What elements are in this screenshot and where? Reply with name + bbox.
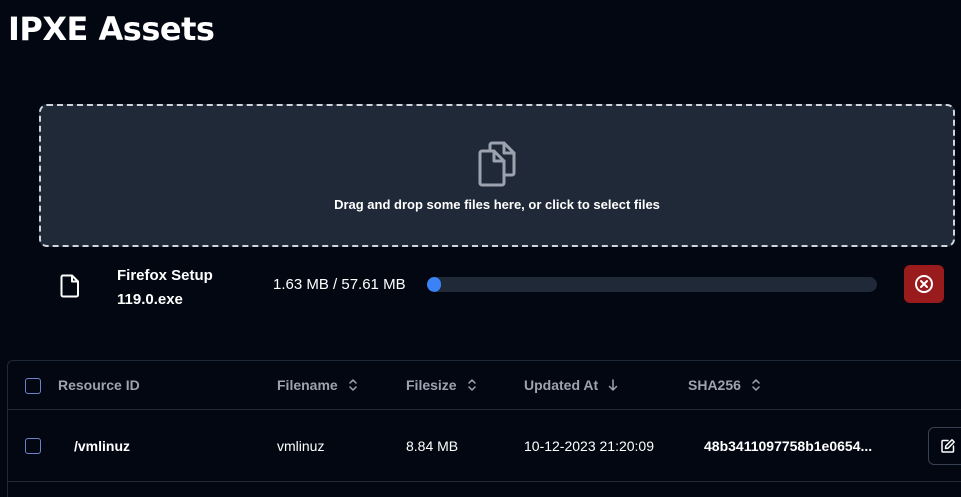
column-label: Filename xyxy=(277,377,338,393)
file-icon xyxy=(60,274,79,298)
copy-files-icon xyxy=(478,141,516,187)
column-header-sha256[interactable]: SHA256 xyxy=(688,377,761,393)
column-header-filesize[interactable]: Filesize xyxy=(406,377,477,393)
upload-progress-text: 1.63 MB / 57.61 MB xyxy=(273,276,406,293)
column-label: Updated At xyxy=(524,377,599,393)
edit-icon xyxy=(941,439,955,453)
upload-file-name: Firefox Setup 119.0.exe xyxy=(117,267,213,308)
sort-icon xyxy=(752,379,760,391)
upload-item: Firefox Setup 119.0.exe 1.63 MB / 57.61 … xyxy=(0,258,961,314)
page-title: IPXE Assets xyxy=(8,10,215,48)
column-label: Filesize xyxy=(406,377,457,393)
cell-filename: vmlinuz xyxy=(277,438,325,454)
cell-resource-id: /vmlinuz xyxy=(74,438,131,454)
select-all-checkbox[interactable] xyxy=(25,378,41,394)
assets-table: Resource ID Filename Filesize Updated At… xyxy=(7,360,961,497)
cancel-upload-button[interactable] xyxy=(904,265,944,303)
upload-progress-bar xyxy=(427,277,877,292)
edit-button[interactable] xyxy=(928,427,961,465)
column-header-updated-at[interactable]: Updated At xyxy=(524,377,618,393)
upload-progress-fill xyxy=(427,277,441,292)
sort-icon xyxy=(348,379,357,391)
arrow-down-icon xyxy=(608,379,618,391)
file-dropzone[interactable]: Drag and drop some files here, or click … xyxy=(39,104,955,247)
table-header: Resource ID Filename Filesize Updated At… xyxy=(8,361,961,410)
column-header-filename[interactable]: Filename xyxy=(277,377,358,393)
column-header-resource-id[interactable]: Resource ID xyxy=(58,377,140,393)
dropzone-text: Drag and drop some files here, or click … xyxy=(334,197,660,212)
sort-icon xyxy=(467,379,476,391)
table-row[interactable]: /vmlinuz vmlinuz 8.84 MB 10-12-2023 21:2… xyxy=(8,410,961,482)
cell-filesize: 8.84 MB xyxy=(406,438,459,454)
column-label: Resource ID xyxy=(58,377,140,393)
cell-updated-at: 10-12-2023 21:20:09 xyxy=(524,438,654,454)
row-checkbox[interactable] xyxy=(25,438,41,454)
close-circle-icon xyxy=(915,275,933,293)
cell-sha256: 48b3411097758b1e0654... xyxy=(704,438,873,454)
column-label: SHA256 xyxy=(688,377,741,393)
